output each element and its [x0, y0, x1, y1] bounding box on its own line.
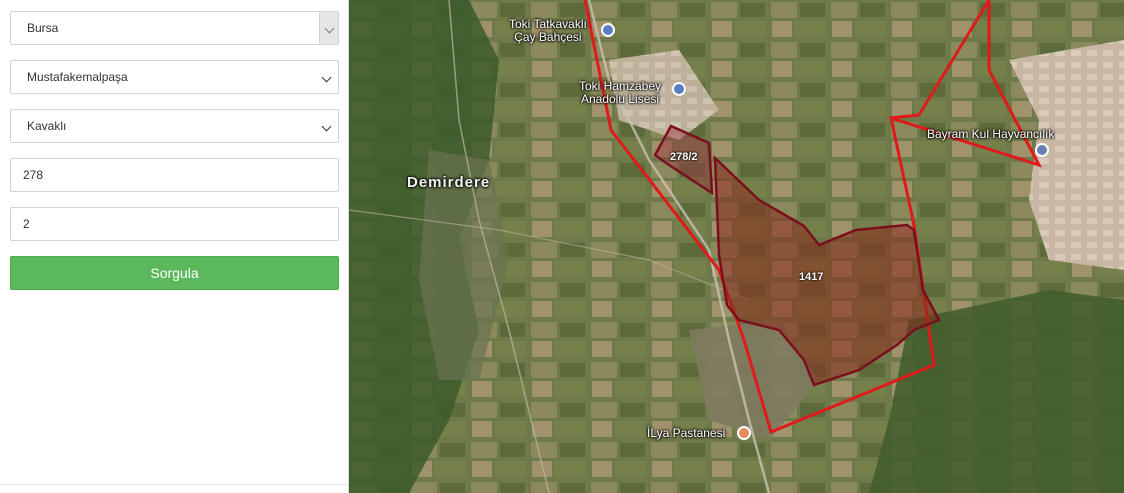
school-icon[interactable]	[672, 82, 686, 96]
block-input[interactable]: 278	[10, 158, 339, 192]
place-label-tatkavakli[interactable]: Toki Tatkavaklı Çay Bahçesi	[509, 18, 587, 44]
parcel-label-selected: 278/2	[670, 151, 698, 163]
neighborhood-value: Kavaklı	[27, 119, 67, 133]
business-icon[interactable]	[1035, 143, 1049, 157]
district-value: Mustafakemalpaşa	[27, 70, 128, 84]
block-value: 278	[23, 168, 44, 182]
chevron-down-icon	[321, 121, 332, 132]
district-select[interactable]: Mustafakemalpaşa	[10, 60, 339, 94]
map-canvas	[349, 0, 1124, 493]
chevron-down-icon	[321, 72, 332, 83]
place-label-bayram[interactable]: Bayram Kul Hayvancılık	[927, 127, 1054, 141]
parcel-label-neighbor: 1417	[799, 271, 824, 283]
province-value: Bursa	[27, 21, 59, 35]
place-label-ilya[interactable]: İLya Pastanesi	[647, 426, 725, 440]
province-select[interactable]: Bursa	[10, 11, 339, 45]
query-sidebar: Bursa Mustafakemalpaşa Kavaklı 278 2 Sor…	[0, 0, 349, 493]
neighborhood-select[interactable]: Kavaklı	[10, 109, 339, 143]
bakery-icon[interactable]	[737, 426, 751, 440]
cafe-icon[interactable]	[601, 23, 615, 37]
parcel-value: 2	[23, 217, 30, 231]
query-button[interactable]: Sorgula	[10, 256, 339, 290]
place-label-hamzabey[interactable]: Toki Hamzabey Anadolu Lisesi	[579, 80, 661, 106]
satellite-map[interactable]: Demirdere Toki Tatkavaklı Çay Bahçesi To…	[349, 0, 1124, 493]
divider	[0, 484, 349, 485]
parcel-input[interactable]: 2	[10, 207, 339, 241]
place-label-demirdere[interactable]: Demirdere	[407, 174, 490, 191]
